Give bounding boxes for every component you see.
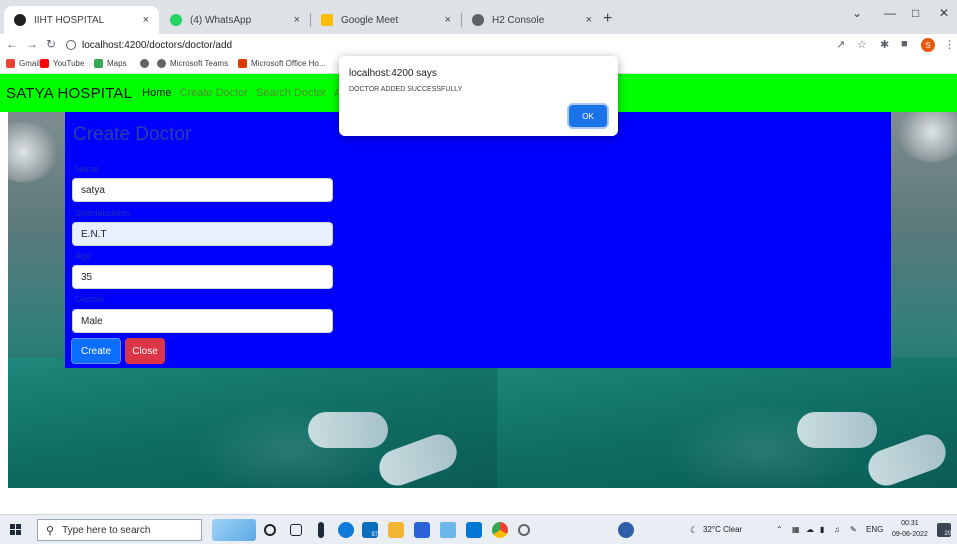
task-view-icon[interactable] bbox=[290, 524, 302, 536]
gender-input[interactable]: Male bbox=[72, 309, 333, 333]
vscode-blue-icon[interactable] bbox=[414, 522, 430, 538]
tab-label: Google Meet bbox=[341, 14, 399, 26]
globe-icon bbox=[472, 14, 484, 26]
tab-label: H2 Console bbox=[492, 14, 545, 26]
bookmark-star-icon[interactable]: ☆ bbox=[857, 38, 867, 51]
clock-date: 09-06-2022 bbox=[892, 531, 928, 538]
close-tab-icon[interactable]: × bbox=[445, 14, 451, 26]
close-tab-icon[interactable]: × bbox=[143, 14, 149, 26]
globe-icon bbox=[140, 59, 149, 68]
reload-icon[interactable]: ↻ bbox=[46, 37, 56, 51]
bookmark-gmail[interactable]: Gmail bbox=[6, 59, 40, 68]
maximize-icon[interactable]: □ bbox=[912, 6, 919, 20]
notification-center-icon[interactable]: 20 bbox=[937, 523, 951, 537]
tray-pen-icon[interactable]: ✎ bbox=[850, 525, 857, 534]
form-title: Create Doctor bbox=[73, 124, 192, 145]
taskbar-search[interactable]: ⚲ Type here to search bbox=[37, 519, 202, 541]
new-tab-button[interactable]: + bbox=[603, 10, 612, 28]
windows-start-icon[interactable] bbox=[10, 524, 22, 536]
tab-label: IIHT HOSPITAL bbox=[34, 14, 105, 26]
bookmark-microsoft-office[interactable]: Microsoft Office Ho... bbox=[238, 59, 326, 68]
youtube-icon bbox=[40, 59, 49, 68]
clock-time: 00:31 bbox=[901, 520, 919, 527]
weather-status[interactable]: 32°C Clear bbox=[703, 525, 742, 534]
hospital-favicon-icon bbox=[14, 14, 26, 26]
tab-strip: IIHT HOSPITAL × (4) WhatsApp × Google Me… bbox=[0, 0, 957, 34]
store-icon[interactable]: 97 bbox=[362, 522, 378, 538]
chrome-icon[interactable] bbox=[492, 522, 508, 538]
site-info-icon[interactable] bbox=[66, 40, 76, 50]
windows-taskbar: ⚲ Type here to search 97 ☾ 32°C Clear ⌃ … bbox=[0, 514, 957, 544]
dialog-message: DOCTOR ADDED SUCCESSFULLY bbox=[349, 86, 463, 93]
tray-volume-icon[interactable]: ♫ bbox=[834, 525, 840, 534]
alert-dialog: localhost:4200 says DOCTOR ADDED SUCCESS… bbox=[339, 56, 618, 136]
close-tab-icon[interactable]: × bbox=[294, 14, 300, 26]
ok-button[interactable]: OK bbox=[569, 105, 607, 127]
back-arrow-icon[interactable]: ← bbox=[6, 37, 18, 51]
gmail-icon bbox=[6, 59, 15, 68]
create-button[interactable]: Create bbox=[71, 338, 121, 364]
tab-iiht-hospital[interactable]: IIHT HOSPITAL × bbox=[4, 6, 159, 34]
tray-network-icon[interactable]: ▦ bbox=[792, 525, 800, 534]
name-input[interactable]: satya bbox=[72, 178, 333, 202]
create-doctor-form: Create Doctor Name satya Specialization … bbox=[65, 112, 891, 368]
menu-kebab-icon[interactable]: ⋮ bbox=[944, 38, 955, 51]
visual-studio-code-icon[interactable] bbox=[466, 522, 482, 538]
cortana-icon[interactable] bbox=[264, 524, 276, 536]
bookmark-youtube[interactable]: YouTube bbox=[40, 59, 84, 68]
nav-search-doctor[interactable]: Search Doctor bbox=[256, 87, 326, 99]
tab-whatsapp[interactable]: (4) WhatsApp × bbox=[160, 6, 310, 34]
url-text: localhost:4200/doctors/doctor/add bbox=[82, 39, 233, 51]
nav-home[interactable]: Home bbox=[142, 87, 171, 99]
globe-icon bbox=[157, 59, 166, 68]
dialog-title: localhost:4200 says bbox=[349, 68, 437, 79]
whatsapp-icon bbox=[170, 14, 182, 26]
tray-cloud-icon[interactable]: ☁ bbox=[806, 525, 814, 534]
sidepanel-icon[interactable]: ■ bbox=[901, 38, 908, 50]
bookmark-maps[interactable]: Maps bbox=[94, 59, 127, 68]
window-close-icon[interactable]: ✕ bbox=[939, 6, 949, 20]
browser-toolbar: ← → ↻ localhost:4200/doctors/doctor/add … bbox=[0, 34, 957, 56]
share-icon[interactable]: ↗ bbox=[836, 38, 845, 51]
office-icon bbox=[238, 59, 247, 68]
page-viewport: SATYA HOSPITAL Home Create Doctor Search… bbox=[0, 74, 957, 506]
tray-chevron-icon[interactable]: ⌃ bbox=[776, 525, 783, 534]
taskbar-clock[interactable]: 00:31 09-06-2022 bbox=[892, 518, 928, 540]
brand-title[interactable]: SATYA HOSPITAL bbox=[6, 85, 132, 102]
tab-search-chevron-icon[interactable]: ⌄ bbox=[852, 6, 862, 20]
age-input[interactable]: 35 bbox=[72, 265, 333, 289]
language-indicator[interactable]: ENG bbox=[866, 525, 883, 534]
minimize-icon[interactable]: — bbox=[884, 6, 896, 20]
tab-h2-console[interactable]: H2 Console × bbox=[462, 6, 602, 34]
forward-arrow-icon[interactable]: → bbox=[26, 37, 38, 51]
maps-icon bbox=[94, 59, 103, 68]
profile-avatar[interactable]: S bbox=[921, 38, 935, 52]
search-icon: ⚲ bbox=[46, 524, 55, 537]
tab-label: (4) WhatsApp bbox=[190, 14, 252, 26]
name-label: Name bbox=[75, 164, 100, 174]
bookmark-microsoft-teams[interactable]: Microsoft Teams bbox=[157, 59, 228, 68]
nav-create-doctor[interactable]: Create Doctor bbox=[180, 87, 248, 99]
moon-icon: ☾ bbox=[690, 525, 699, 535]
app-icon[interactable] bbox=[440, 522, 456, 538]
settings-gear-icon[interactable] bbox=[518, 524, 530, 536]
bookmark-globe[interactable] bbox=[140, 59, 153, 68]
tray-battery-icon[interactable]: ▮ bbox=[820, 525, 824, 534]
gender-label: Gender bbox=[75, 294, 106, 304]
age-label: Age bbox=[75, 251, 92, 261]
weather-widget-icon[interactable] bbox=[212, 519, 256, 541]
search-placeholder: Type here to search bbox=[62, 524, 151, 536]
edge-icon[interactable] bbox=[338, 522, 354, 538]
address-bar[interactable]: localhost:4200/doctors/doctor/add bbox=[66, 36, 836, 54]
specialization-input[interactable]: E.N.T bbox=[72, 222, 333, 246]
tab-google-meet[interactable]: Google Meet × bbox=[311, 6, 461, 34]
close-tab-icon[interactable]: × bbox=[586, 14, 592, 26]
close-button[interactable]: Close bbox=[125, 338, 165, 364]
extensions-icon[interactable]: ✱ bbox=[880, 38, 889, 51]
file-explorer-icon[interactable] bbox=[388, 522, 404, 538]
help-icon[interactable] bbox=[618, 522, 634, 538]
bolt-icon[interactable] bbox=[318, 522, 324, 538]
specialization-label: Specialization bbox=[75, 208, 131, 218]
google-meet-icon bbox=[321, 14, 333, 26]
